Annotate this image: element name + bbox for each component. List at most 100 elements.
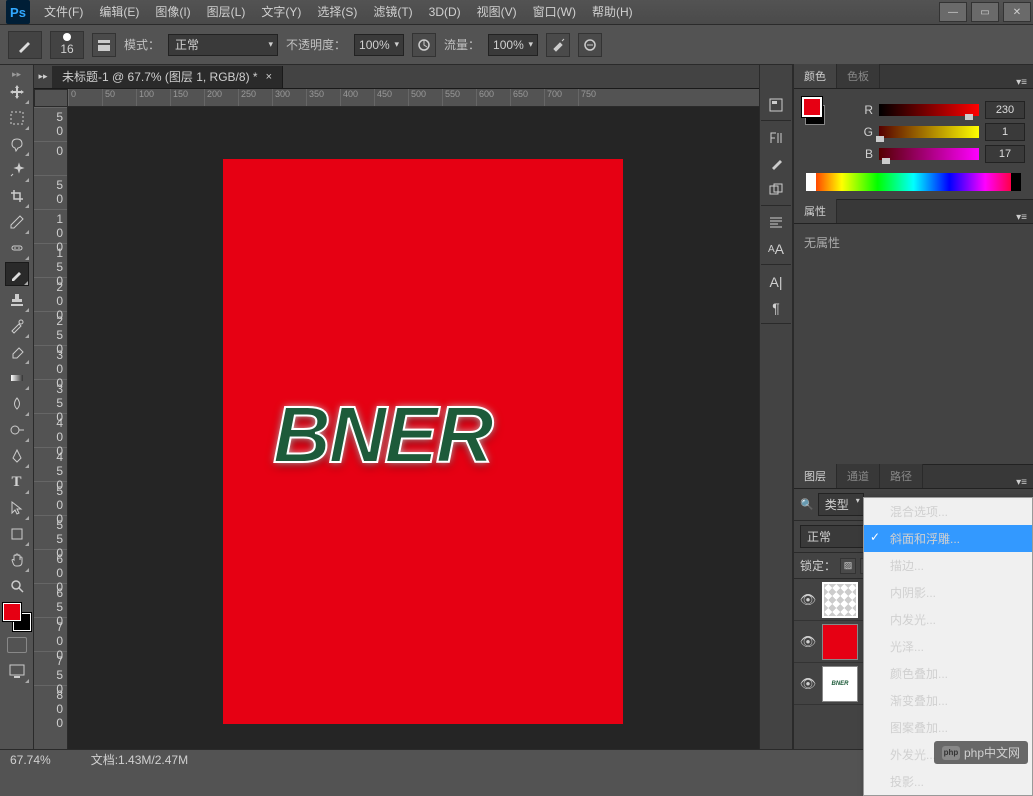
shape-tool[interactable] (5, 522, 29, 546)
doc-expand-icon[interactable]: ▸▸ (34, 71, 52, 82)
r-slider[interactable] (879, 104, 979, 116)
stamp-tool[interactable] (5, 288, 29, 312)
airbrush-icon[interactable] (546, 33, 570, 57)
move-tool[interactable] (5, 80, 29, 104)
para-style-icon[interactable]: ¶ (765, 297, 787, 319)
wand-tool[interactable] (5, 158, 29, 182)
pen-tool[interactable] (5, 444, 29, 468)
mode-select[interactable]: 正常 (168, 34, 278, 56)
visibility-icon[interactable]: 👁 (798, 634, 818, 650)
hand-tool[interactable] (5, 548, 29, 572)
tab-color[interactable]: 颜色 (794, 64, 837, 88)
g-input[interactable] (985, 123, 1025, 141)
pressure-opacity-icon[interactable] (412, 33, 436, 57)
history-panel-icon[interactable] (765, 94, 787, 116)
brush-preset-picker[interactable]: 16 (50, 31, 84, 59)
canvas[interactable]: BNER (223, 159, 623, 724)
ruler-horizontal[interactable]: 0501001502002503003504004505005506006507… (68, 89, 759, 107)
close-button[interactable]: ✕ (1003, 2, 1031, 22)
tab-channels[interactable]: 通道 (837, 464, 880, 488)
quickmask-button[interactable] (7, 637, 27, 653)
menu-item-layer-style[interactable]: 内阴影... (864, 579, 1032, 606)
panel-foreground-color[interactable] (802, 97, 822, 117)
lock-transparency-icon[interactable]: ▨ (840, 558, 856, 574)
menu-edit[interactable]: 编辑(E) (91, 0, 147, 25)
menu-item-layer-style[interactable]: ✓斜面和浮雕... (864, 525, 1032, 552)
maximize-button[interactable]: ▭ (971, 2, 999, 22)
pressure-size-icon[interactable] (578, 33, 602, 57)
zoom-tool[interactable] (5, 574, 29, 598)
doc-info[interactable]: 文档:1.43M/2.47M (91, 751, 188, 768)
menu-item-layer-style[interactable]: 混合选项... (864, 498, 1032, 525)
layer-thumbnail[interactable]: BNER (822, 666, 858, 702)
layer-thumbnail[interactable] (822, 582, 858, 618)
ruler-vertical[interactable]: 5005010015020025030035040045050055060065… (34, 107, 68, 749)
flow-input[interactable]: 100% (488, 34, 538, 56)
layer-filter-select[interactable]: 类型 (818, 493, 864, 516)
foreground-color[interactable] (3, 603, 21, 621)
healing-tool[interactable] (5, 236, 29, 260)
tab-properties[interactable]: 属性 (794, 199, 837, 223)
menu-layer[interactable]: 图层(L) (199, 0, 254, 25)
zoom-level[interactable]: 67.74% (10, 753, 51, 767)
menu-select[interactable]: 选择(S) (309, 0, 365, 25)
menu-item-layer-style[interactable]: 颜色叠加... (864, 660, 1032, 687)
menu-item-layer-style[interactable]: 渐变叠加... (864, 687, 1032, 714)
brush-panel-icon[interactable] (765, 153, 787, 175)
menu-type[interactable]: 文字(Y) (253, 0, 309, 25)
props-panel-menu[interactable]: ▾≡ (1010, 212, 1033, 223)
menu-filter[interactable]: 滤镜(T) (365, 0, 420, 25)
gradient-tool[interactable] (5, 366, 29, 390)
menu-item-layer-style[interactable]: 光泽... (864, 633, 1032, 660)
b-input[interactable] (985, 145, 1025, 163)
menu-help[interactable]: 帮助(H) (584, 0, 641, 25)
lasso-tool[interactable] (5, 132, 29, 156)
paragraph-panel-icon[interactable] (765, 212, 787, 234)
opacity-input[interactable]: 100% (354, 34, 404, 56)
minimize-button[interactable]: — (939, 2, 967, 22)
clone-panel-icon[interactable] (765, 179, 787, 201)
tab-layers[interactable]: 图层 (794, 464, 837, 488)
menu-view[interactable]: 视图(V) (469, 0, 525, 25)
blur-tool[interactable] (5, 392, 29, 416)
menu-item-layer-style[interactable]: 描边... (864, 552, 1032, 579)
tab-paths[interactable]: 路径 (880, 464, 923, 488)
text-scale-icon[interactable]: AA (765, 238, 787, 260)
char-style-icon[interactable]: A| (765, 271, 787, 293)
menu-3d[interactable]: 3D(D) (421, 0, 469, 25)
r-input[interactable] (985, 101, 1025, 119)
document-tab[interactable]: 未标题-1 @ 67.7% (图层 1, RGB/8) * × (52, 66, 283, 88)
menu-item-layer-style[interactable]: 内发光... (864, 606, 1032, 633)
brush-tool[interactable] (5, 262, 29, 286)
menu-item-layer-style[interactable]: 图案叠加... (864, 714, 1032, 741)
canvas-viewport[interactable]: BNER (68, 107, 759, 749)
crop-tool[interactable] (5, 184, 29, 208)
current-tool-preset[interactable] (8, 31, 42, 59)
visibility-icon[interactable]: 👁 (798, 676, 818, 692)
panel-color-swatch[interactable] (802, 97, 825, 125)
marquee-tool[interactable] (5, 106, 29, 130)
history-brush-tool[interactable] (5, 314, 29, 338)
spectrum-picker[interactable] (806, 173, 1021, 191)
tab-close-icon[interactable]: × (266, 71, 272, 83)
g-slider[interactable] (879, 126, 979, 138)
color-panel-menu[interactable]: ▾≡ (1010, 77, 1033, 88)
visibility-icon[interactable]: 👁 (798, 592, 818, 608)
tab-swatches[interactable]: 色板 (837, 64, 880, 88)
menu-image[interactable]: 图像(I) (147, 0, 198, 25)
path-select-tool[interactable] (5, 496, 29, 520)
eyedropper-tool[interactable] (5, 210, 29, 234)
type-tool[interactable]: T (5, 470, 29, 494)
brush-panel-toggle[interactable] (92, 33, 116, 57)
character-panel-icon[interactable] (765, 127, 787, 149)
eraser-tool[interactable] (5, 340, 29, 364)
menu-file[interactable]: 文件(F) (36, 0, 91, 25)
dodge-tool[interactable] (5, 418, 29, 442)
menu-window[interactable]: 窗口(W) (525, 0, 584, 25)
layer-thumbnail[interactable] (822, 624, 858, 660)
color-swatch-tool[interactable] (3, 603, 31, 631)
toolbar-expand-icon[interactable]: ▸▸ (12, 69, 21, 79)
b-slider[interactable] (879, 148, 979, 160)
screenmode-button[interactable] (5, 659, 29, 683)
menu-item-layer-style[interactable]: 投影... (864, 768, 1032, 795)
